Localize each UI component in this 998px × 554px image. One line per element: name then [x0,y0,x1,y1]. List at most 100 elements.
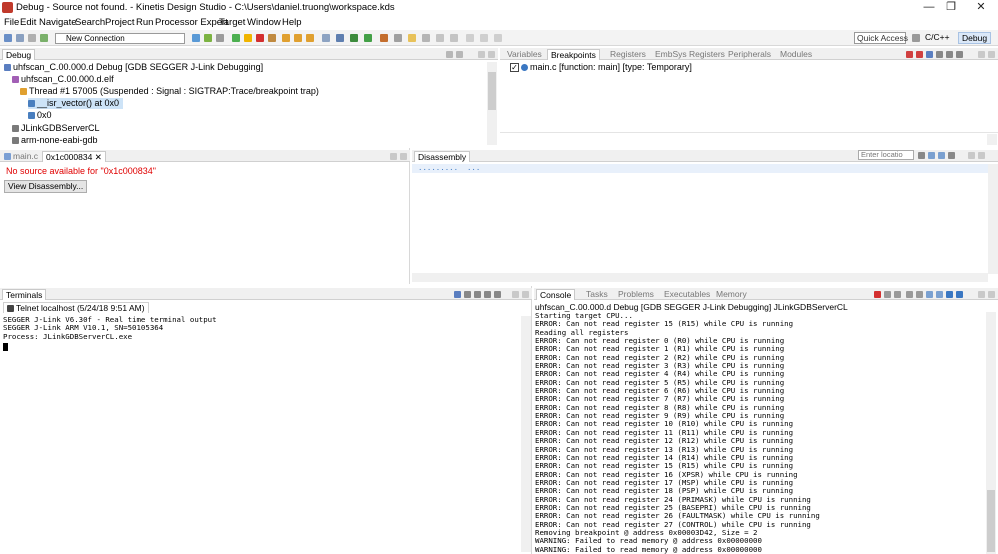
clear-console-icon[interactable] [906,291,913,298]
external-tools-icon[interactable] [216,34,224,42]
tab-embsys-registers[interactable]: EmbSys Registers [655,49,725,60]
location-input[interactable]: Enter locatio [858,150,914,160]
forward-icon[interactable] [450,34,458,42]
tree-gdbserver[interactable]: JLinkGDBServerCL [12,123,100,134]
pin-console-icon[interactable] [936,291,943,298]
tab-tasks[interactable]: Tasks [586,289,608,300]
menu-search[interactable]: Search [75,17,105,28]
tree-launch[interactable]: uhfscan_C.00.000.d Debug [GDB SEGGER J-L… [4,62,263,73]
minimize-view-icon[interactable] [512,291,519,298]
goto-file-icon[interactable] [936,51,943,58]
step-into-icon[interactable] [282,34,290,42]
terminal-scrollbar[interactable] [521,316,531,552]
tools-icon[interactable] [380,34,388,42]
tree-elf[interactable]: uhfscan_C.00.000.d.elf [12,74,114,85]
maximize-view-icon[interactable] [400,153,407,160]
tab-main-c[interactable]: main.c [4,151,38,162]
tab-telnet-session[interactable]: Telnet localhost (5/24/18 9:51 AM) [3,302,149,313]
console-output[interactable]: Starting target CPU... ERROR: Can not rea… [535,312,985,554]
nav-icon[interactable] [494,34,502,42]
terminate-icon[interactable] [256,34,264,42]
maximize-button[interactable]: ❐ [940,1,962,15]
tab-breakpoints[interactable]: Breakpoints [547,49,600,60]
connect-icon[interactable] [454,291,461,298]
restart-icon[interactable] [336,34,344,42]
pin-icon[interactable] [480,34,488,42]
new-icon[interactable] [4,34,12,42]
minimize-view-icon[interactable] [978,51,985,58]
tree-frame-isr[interactable]: __isr_vector() at 0x0 [28,98,124,109]
build-icon[interactable] [40,34,48,42]
scroll-lock-icon[interactable] [484,291,491,298]
annotation-icon[interactable] [422,34,430,42]
tab-memory[interactable]: Memory [716,289,747,300]
tree-thread[interactable]: Thread #1 57005 (Suspended : Signal : SI… [20,86,319,97]
back-icon[interactable] [436,34,444,42]
clear-icon[interactable] [494,291,501,298]
tab-terminals[interactable]: Terminals [2,289,47,300]
instruction-step-icon[interactable] [322,34,330,42]
debug-scrollbar[interactable] [487,62,497,145]
terminal-output[interactable]: SEGGER J-Link V6.30f - Real time termina… [3,315,217,352]
maximize-view-icon[interactable] [978,152,985,159]
link-icon[interactable] [928,152,935,159]
settings-icon[interactable] [474,291,481,298]
remove-launch-icon[interactable] [884,291,891,298]
maximize-view-icon[interactable] [522,291,529,298]
open-console-icon[interactable] [956,291,963,298]
show-breakpoints-icon[interactable] [926,51,933,58]
disassembly-hscrollbar[interactable] [412,273,988,282]
disconnect-icon[interactable] [268,34,276,42]
tree-gdb[interactable]: arm-none-eabi-gdb [12,135,98,146]
menu-processor-expert[interactable]: Processor Expert [155,17,228,28]
save-icon[interactable] [16,34,24,42]
terminate-icon[interactable] [874,291,881,298]
search-icon[interactable] [394,34,402,42]
breakpoint-checkbox[interactable]: ✓ [510,63,519,73]
view-menu-icon[interactable] [446,51,453,58]
maximize-view-icon[interactable] [488,51,495,58]
menu-run[interactable]: Run [136,17,153,28]
tab-variables[interactable]: Variables [507,49,542,60]
connection-select[interactable]: New Connection [55,33,185,44]
close-tab-icon[interactable]: ✕ [95,152,102,162]
sync-icon[interactable] [938,152,945,159]
tab-modules[interactable]: Modules [780,49,812,60]
refresh-icon[interactable] [948,152,955,159]
scroll-lock-icon[interactable] [916,291,923,298]
tab-peripherals[interactable]: Peripherals [728,49,771,60]
display-console-icon[interactable] [946,291,953,298]
resume-icon[interactable] [232,34,240,42]
disconnect-icon[interactable] [464,291,471,298]
debug-icon[interactable] [192,34,200,42]
open-folder-icon[interactable] [408,34,416,42]
maximize-view-icon[interactable] [988,291,995,298]
tab-registers[interactable]: Registers [610,49,646,60]
minimize-view-icon[interactable] [978,291,985,298]
menu-help[interactable]: Help [282,17,302,28]
debug-config-icon[interactable] [350,34,358,42]
skip-all-icon[interactable] [946,51,953,58]
perspective-debug[interactable]: Debug [958,32,992,44]
console-scrollbar[interactable] [986,312,996,554]
tab-address[interactable]: 0x1c000834 ✕ [42,151,106,162]
print-icon[interactable] [28,34,36,42]
disassembly-scrollbar[interactable] [988,164,998,274]
collapse-icon[interactable] [456,51,463,58]
step-return-icon[interactable] [306,34,314,42]
minimize-view-icon[interactable] [968,152,975,159]
history-icon[interactable] [466,34,474,42]
menu-target[interactable]: Target [219,17,245,28]
tab-debug[interactable]: Debug [2,49,36,60]
expand-all-icon[interactable] [956,51,963,58]
view-disassembly-button[interactable]: View Disassembly... [4,180,88,193]
console-scroll-thumb[interactable] [987,490,995,552]
menu-project[interactable]: Project [105,17,135,28]
menu-navigate[interactable]: Navigate [39,17,77,28]
tab-disassembly[interactable]: Disassembly [414,151,471,162]
breakpoints-scrollbar[interactable] [987,134,997,145]
maximize-view-icon[interactable] [988,51,995,58]
minimize-view-icon[interactable] [390,153,397,160]
run-config-icon[interactable] [364,34,372,42]
suspend-icon[interactable] [244,34,252,42]
